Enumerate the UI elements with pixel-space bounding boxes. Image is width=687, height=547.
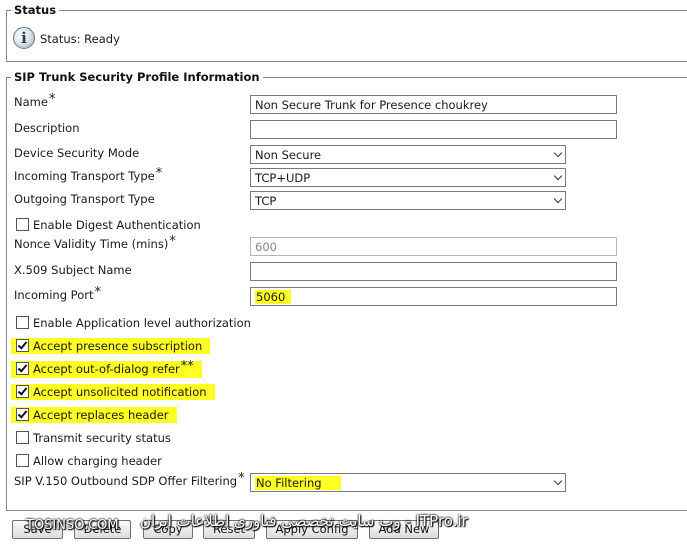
incoming-transport-value: TCP+UDP <box>255 171 311 185</box>
allow-charging-label: Allow charging header <box>33 454 162 468</box>
sip-profile-section: SIP Trunk Security Profile Information N… <box>6 70 687 511</box>
nonce-validity-label: Nonce Validity Time (mins)* <box>14 234 176 251</box>
device-security-mode-select[interactable]: Non Secure <box>250 145 566 164</box>
name-input[interactable]: Non Secure Trunk for Presence choukrey <box>250 95 617 114</box>
accept-presence-row[interactable]: Accept presence subscription <box>11 338 211 354</box>
allow-charging-row[interactable]: Allow charging header <box>11 453 170 469</box>
nonce-validity-input[interactable]: 600 <box>250 237 617 256</box>
status-text: Status: Ready <box>40 32 120 46</box>
accept-unsolicited-checkbox[interactable] <box>16 385 29 398</box>
accept-replaces-row[interactable]: Accept replaces header <box>11 407 177 423</box>
button-bar: Save Delete Copy Reset Apply Config Add … <box>0 512 687 547</box>
digest-auth-row[interactable]: Enable Digest Authentication <box>11 217 209 233</box>
sip-profile-legend: SIP Trunk Security Profile Information <box>11 70 263 84</box>
app-level-auth-row[interactable]: Enable Application level authorization <box>11 315 259 331</box>
allow-charging-checkbox[interactable] <box>16 454 29 467</box>
status-legend: Status <box>11 3 60 17</box>
description-input[interactable] <box>250 120 617 139</box>
transmit-security-label: Transmit security status <box>33 431 171 445</box>
incoming-port-value: 5060 <box>255 290 292 304</box>
accept-ood-refer-checkbox[interactable] <box>16 362 29 375</box>
accept-ood-refer-label: Accept out-of-dialog refer <box>33 362 180 376</box>
digest-auth-label: Enable Digest Authentication <box>33 218 201 232</box>
watermark-left: TOSINSO.COM <box>26 518 119 533</box>
incoming-port-label: Incoming Port* <box>14 285 101 302</box>
incoming-transport-label: Incoming Transport Type* <box>14 166 163 183</box>
accept-replaces-label: Accept replaces header <box>33 408 169 422</box>
accept-replaces-checkbox[interactable] <box>16 408 29 421</box>
chevron-down-icon <box>553 194 563 204</box>
outgoing-transport-select[interactable]: TCP <box>250 191 566 210</box>
incoming-transport-select[interactable]: TCP+UDP <box>250 168 566 187</box>
accept-unsolicited-label: Accept unsolicited notification <box>33 385 207 399</box>
accept-unsolicited-row[interactable]: Accept unsolicited notification <box>11 384 215 400</box>
x509-subject-label: X.509 Subject Name <box>14 263 132 277</box>
name-label: Name* <box>14 92 56 109</box>
chevron-down-icon <box>553 476 563 486</box>
chevron-down-icon <box>553 148 563 158</box>
watermark-right: وب سایت تخصصی فناوری اطلاعات ایران - ITP… <box>140 512 468 530</box>
chevron-down-icon <box>553 171 563 181</box>
sdp-filtering-label: SIP V.150 Outbound SDP Offer Filtering* <box>14 471 245 488</box>
outgoing-transport-label: Outgoing Transport Type <box>14 192 155 206</box>
accept-ood-refer-row[interactable]: Accept out-of-dialog refer** <box>11 359 202 378</box>
description-label: Description <box>14 121 80 135</box>
app-level-auth-checkbox[interactable] <box>16 316 29 329</box>
incoming-port-input[interactable]: 5060 <box>250 287 617 306</box>
transmit-security-checkbox[interactable] <box>16 431 29 444</box>
digest-auth-checkbox[interactable] <box>16 218 29 231</box>
status-section: Status i Status: Ready <box>6 3 687 62</box>
device-security-mode-value: Non Secure <box>255 148 322 162</box>
sdp-filtering-value: No Filtering <box>255 476 341 490</box>
outgoing-transport-value: TCP <box>255 194 277 208</box>
device-security-mode-label: Device Security Mode <box>14 146 140 160</box>
accept-presence-checkbox[interactable] <box>16 339 29 352</box>
x509-subject-input[interactable] <box>250 262 617 281</box>
info-icon: i <box>13 27 35 49</box>
accept-presence-label: Accept presence subscription <box>33 339 203 353</box>
transmit-security-row[interactable]: Transmit security status <box>11 430 179 446</box>
app-level-auth-label: Enable Application level authorization <box>33 316 251 330</box>
sdp-filtering-select[interactable]: No Filtering <box>250 473 566 492</box>
